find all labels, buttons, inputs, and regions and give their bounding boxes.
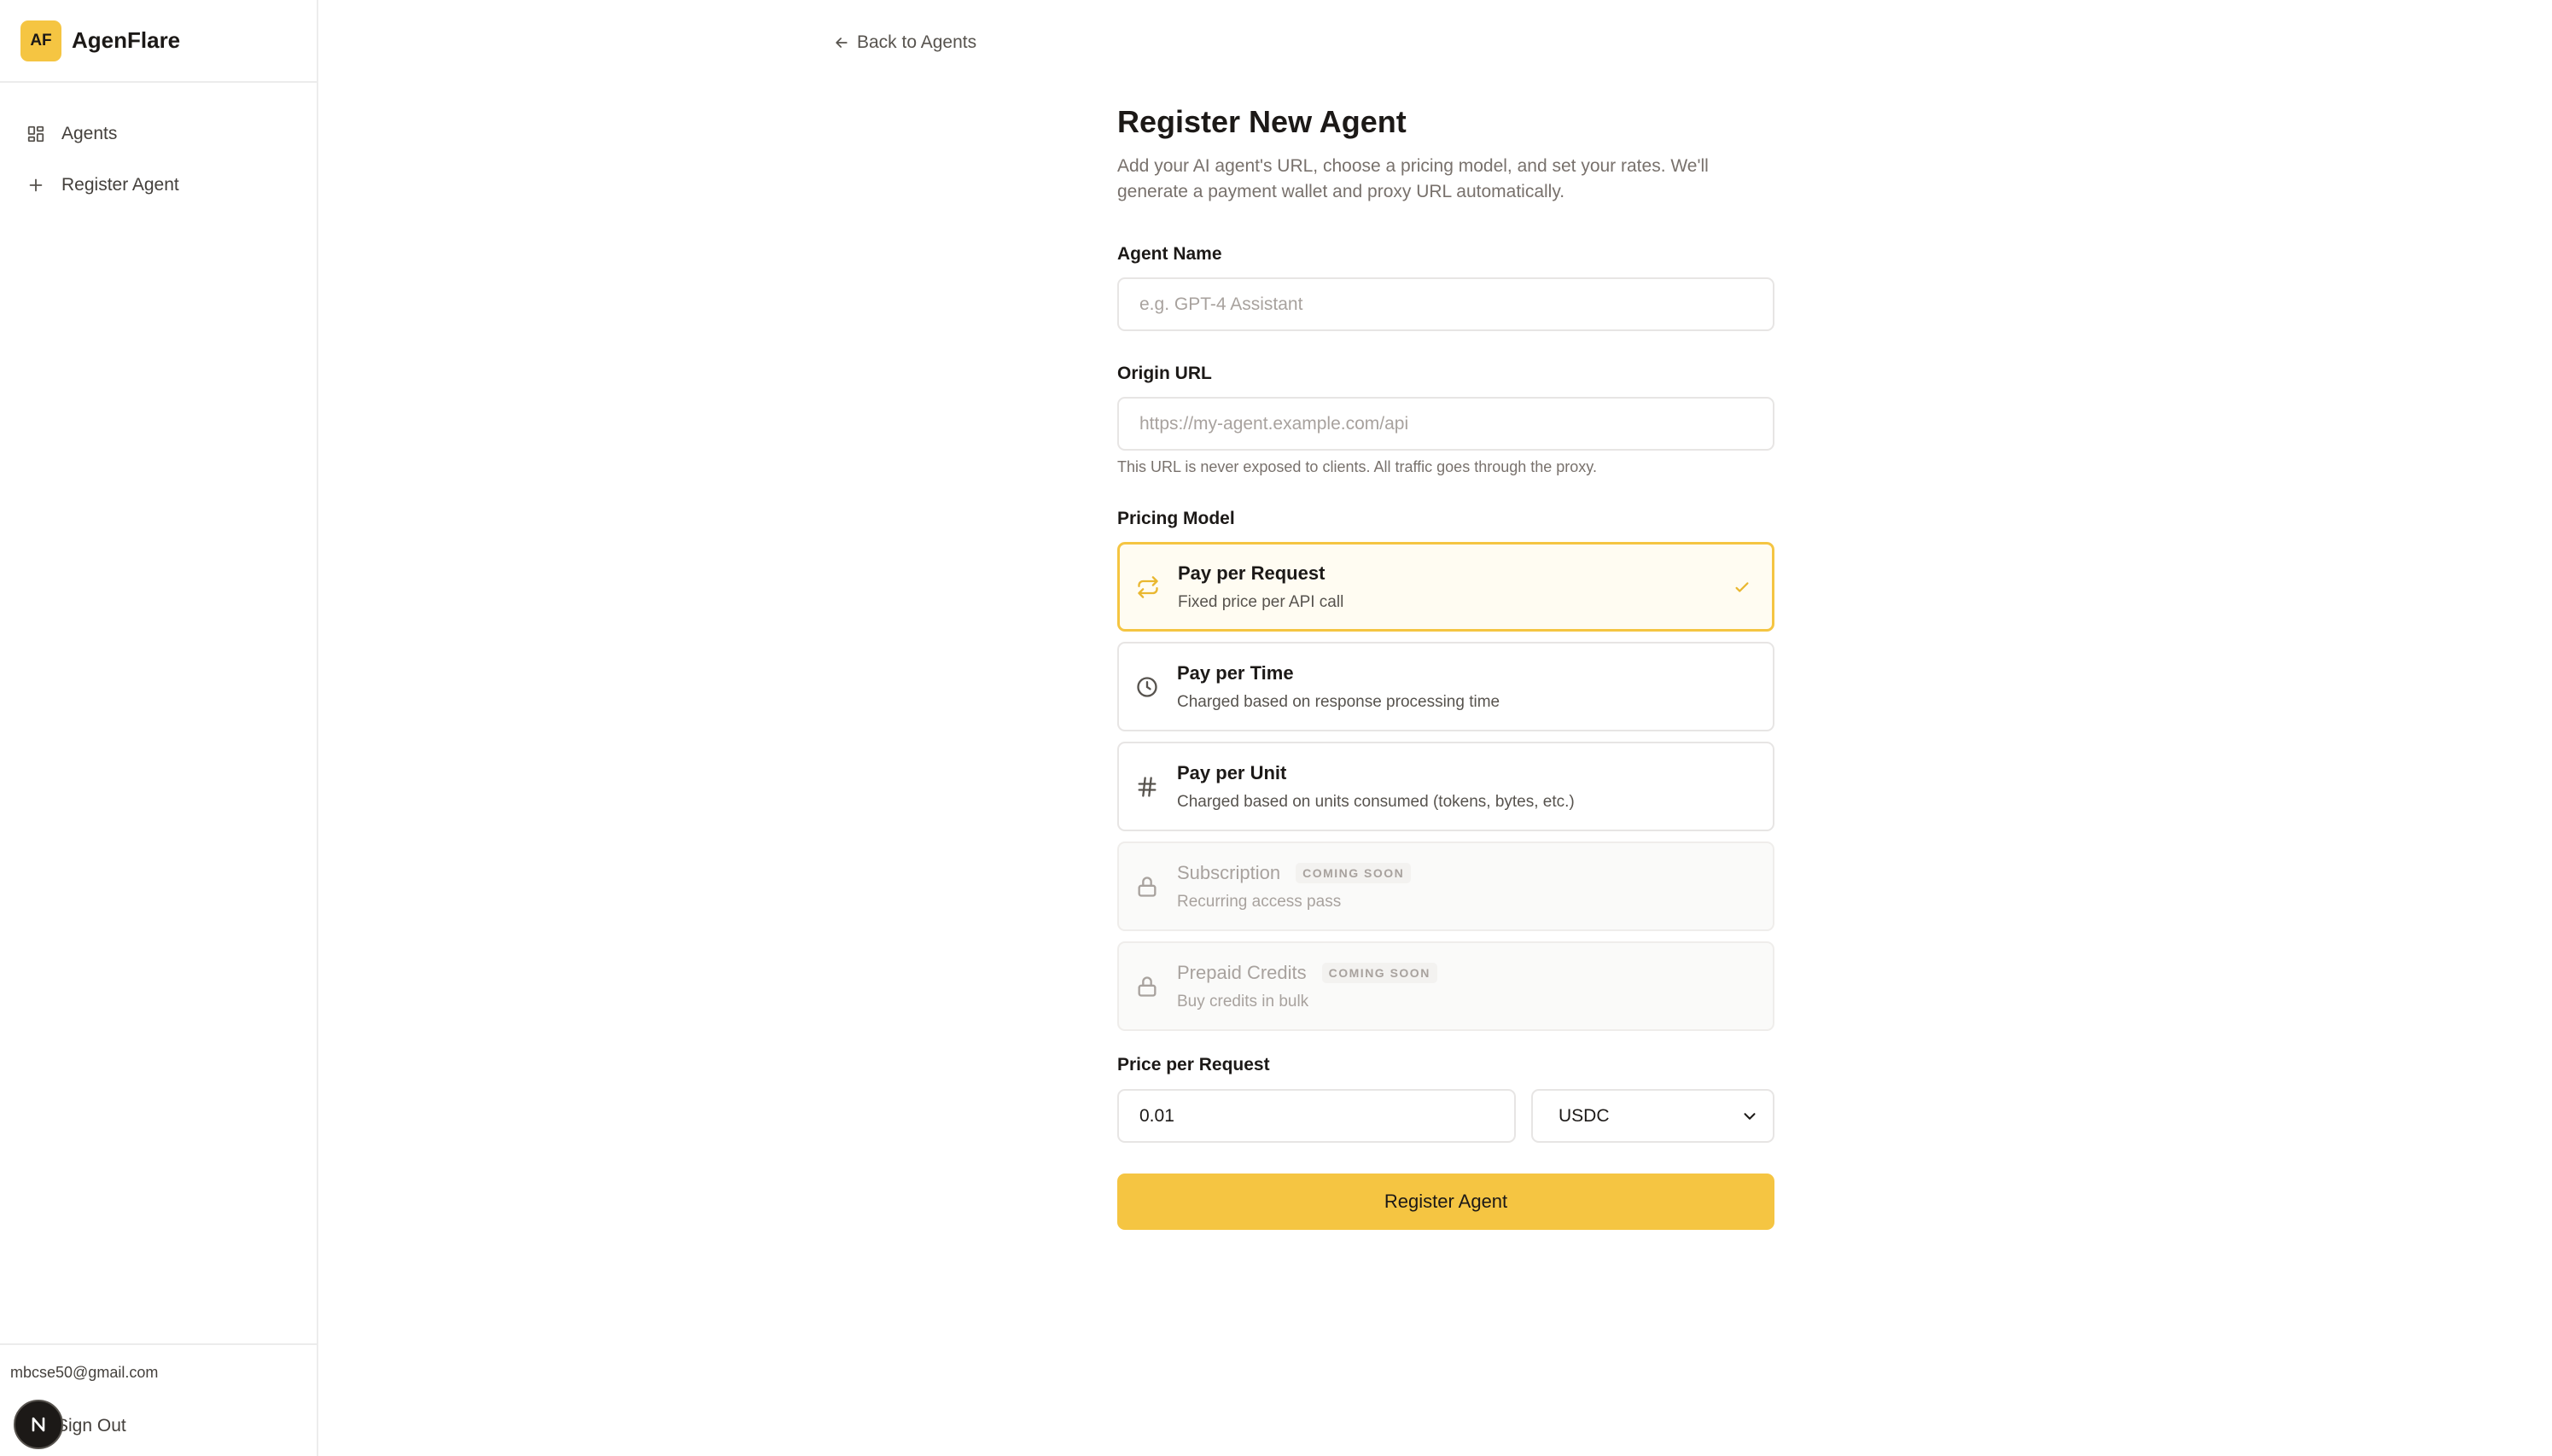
check-icon <box>1733 578 1751 597</box>
option-title-text: Prepaid Credits <box>1177 961 1307 983</box>
lock-icon <box>1134 974 1160 999</box>
option-title: Pay per Time <box>1177 661 1294 684</box>
option-text: Pay per Unit Charged based on units cons… <box>1177 762 1575 812</box>
brand-header: AF AgenFlare <box>0 0 317 83</box>
pricing-option-pay-per-unit[interactable]: Pay per Unit Charged based on units cons… <box>1117 742 1774 831</box>
agent-name-label: Agent Name <box>1117 244 1222 264</box>
coming-soon-badge: COMING SOON <box>1296 862 1412 883</box>
lock-icon <box>1134 874 1160 900</box>
register-agent-form: Register New Agent Add your AI agent's U… <box>1117 102 1774 1230</box>
n-logo-icon <box>32 1417 45 1432</box>
brand-name[interactable]: AgenFlare <box>72 27 180 54</box>
plus-icon <box>26 175 46 195</box>
chevron-down-icon <box>1740 1107 1759 1126</box>
option-description: Charged based on response processing tim… <box>1177 692 1500 711</box>
coming-soon-badge: COMING SOON <box>1321 962 1437 983</box>
option-title: Pay per Unit <box>1177 761 1287 783</box>
currency-select[interactable]: USDC <box>1531 1089 1774 1143</box>
sidebar: AF AgenFlare Agents Register Agent mbcse… <box>0 0 318 1456</box>
option-title: Prepaid Credits COMING SOON <box>1177 962 1437 984</box>
price-group: Price per Request USDC <box>1117 1055 1774 1143</box>
back-link-label: Back to Agents <box>857 32 977 52</box>
pricing-model-group: Pricing Model Pay per Request Fixed pric… <box>1117 509 1774 1031</box>
option-description: Recurring access pass <box>1177 892 1342 911</box>
origin-url-group: Origin URL This URL is never exposed to … <box>1117 364 1774 476</box>
pricing-option-pay-per-request[interactable]: Pay per Request Fixed price per API call <box>1117 542 1774 632</box>
pricing-model-label: Pricing Model <box>1117 509 1235 528</box>
arrow-left-icon <box>833 34 850 51</box>
price-input[interactable] <box>1117 1089 1516 1143</box>
option-text: Pay per Request Fixed price per API call <box>1178 562 1343 612</box>
back-to-agents-link[interactable]: Back to Agents <box>833 32 976 53</box>
currency-value: USDC <box>1559 1105 1610 1126</box>
brand-logo[interactable]: AF <box>20 20 61 61</box>
sign-out-label: Sign Out <box>56 1416 126 1436</box>
origin-url-hint: This URL is never exposed to clients. Al… <box>1117 458 1597 475</box>
pricing-options: Pay per Request Fixed price per API call… <box>1117 542 1774 1031</box>
price-label: Price per Request <box>1117 1055 1270 1075</box>
pricing-option-prepaid-credits: Prepaid Credits COMING SOON Buy credits … <box>1117 941 1774 1031</box>
option-description: Buy credits in bulk <box>1177 992 1309 1010</box>
sidebar-item-register-agent[interactable]: Register Agent <box>0 160 317 211</box>
page-description: Add your AI agent's URL, choose a pricin… <box>1117 156 1709 201</box>
sidebar-nav: Agents Register Agent <box>0 83 317 211</box>
avatar[interactable] <box>14 1400 63 1449</box>
option-title-text: Subscription <box>1177 861 1281 883</box>
grid-icon <box>26 124 46 144</box>
pricing-option-subscription: Subscription COMING SOON Recurring acces… <box>1117 842 1774 931</box>
hash-icon <box>1134 774 1160 800</box>
option-title: Pay per Request <box>1178 562 1326 584</box>
option-text: Pay per Time Charged based on response p… <box>1177 662 1500 712</box>
clock-icon <box>1134 674 1160 700</box>
price-row: USDC <box>1117 1089 1774 1143</box>
register-agent-button[interactable]: Register Agent <box>1117 1174 1774 1230</box>
pricing-option-pay-per-time[interactable]: Pay per Time Charged based on response p… <box>1117 642 1774 731</box>
origin-url-label: Origin URL <box>1117 364 1212 383</box>
sidebar-item-label: Register Agent <box>61 175 179 195</box>
page-title: Register New Agent <box>1117 104 1407 139</box>
option-text: Subscription COMING SOON Recurring acces… <box>1177 861 1412 911</box>
option-description: Charged based on units consumed (tokens,… <box>1177 792 1575 811</box>
agent-name-group: Agent Name <box>1117 244 1774 331</box>
option-description: Fixed price per API call <box>1178 592 1344 611</box>
origin-url-input[interactable] <box>1117 397 1774 451</box>
sidebar-item-label: Agents <box>61 124 118 143</box>
option-text: Prepaid Credits COMING SOON Buy credits … <box>1177 962 1437 1011</box>
agent-name-input[interactable] <box>1117 277 1774 331</box>
sidebar-item-agents[interactable]: Agents <box>0 108 317 160</box>
user-email: mbcse50@gmail.com <box>10 1364 159 1381</box>
option-title: Subscription COMING SOON <box>1177 861 1412 884</box>
repeat-arrows-icon <box>1135 574 1161 600</box>
